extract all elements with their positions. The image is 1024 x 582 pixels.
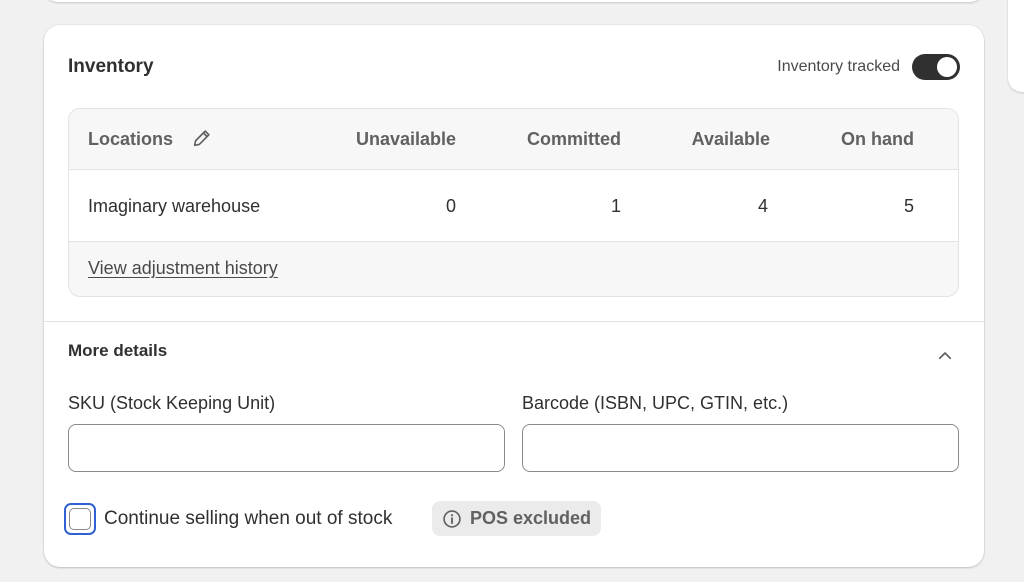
table-header: Locations Unavailable Committed Availabl…	[69, 109, 958, 170]
previous-card	[44, 0, 984, 2]
more-details-title: More details	[68, 341, 168, 360]
pos-excluded-badge: POS excluded	[432, 501, 602, 536]
column-header-committed: Committed	[527, 129, 621, 149]
toggle-knob	[937, 57, 957, 77]
unavailable-value[interactable]: 0	[446, 196, 456, 217]
inventory-tracked-label: Inventory tracked	[777, 58, 900, 75]
available-value[interactable]: 4	[758, 196, 768, 217]
view-adjustment-history-link[interactable]: View adjustment history	[88, 258, 278, 279]
inventory-tracked-control: Inventory tracked	[777, 54, 960, 80]
sku-input[interactable]	[68, 424, 505, 472]
pos-excluded-text: POS excluded	[470, 508, 592, 528]
pencil-icon[interactable]	[191, 127, 213, 149]
table-row: Imaginary warehouse 0 1 4 5	[69, 170, 958, 242]
barcode-input[interactable]	[522, 424, 959, 472]
inventory-card: Inventory Inventory tracked Locations Un…	[44, 25, 984, 567]
table-footer: View adjustment history	[69, 242, 958, 296]
barcode-label: Barcode (ISBN, UPC, GTIN, etc.)	[522, 393, 789, 413]
column-header-available: Available	[691, 129, 770, 149]
column-header-unavailable: Unavailable	[355, 129, 456, 149]
side-card	[1008, 0, 1024, 92]
checkbox-box	[69, 508, 91, 530]
chevron-up-icon[interactable]	[936, 347, 954, 365]
location-name: Imaginary warehouse	[88, 196, 261, 216]
section-divider	[44, 321, 984, 322]
committed-value: 1	[610, 196, 621, 216]
column-header-locations: Locations	[88, 129, 174, 149]
inventory-title: Inventory	[68, 56, 154, 77]
continue-selling-label[interactable]: Continue selling when out of stock	[104, 508, 392, 530]
column-header-on-hand: On hand	[841, 129, 914, 149]
info-icon	[443, 509, 461, 528]
inventory-tracked-toggle[interactable]	[912, 54, 960, 80]
on-hand-value[interactable]: 5	[904, 196, 914, 217]
continue-selling-checkbox[interactable]	[64, 503, 96, 535]
inventory-table: Locations Unavailable Committed Availabl…	[68, 108, 959, 297]
sku-label: SKU (Stock Keeping Unit)	[68, 393, 276, 413]
